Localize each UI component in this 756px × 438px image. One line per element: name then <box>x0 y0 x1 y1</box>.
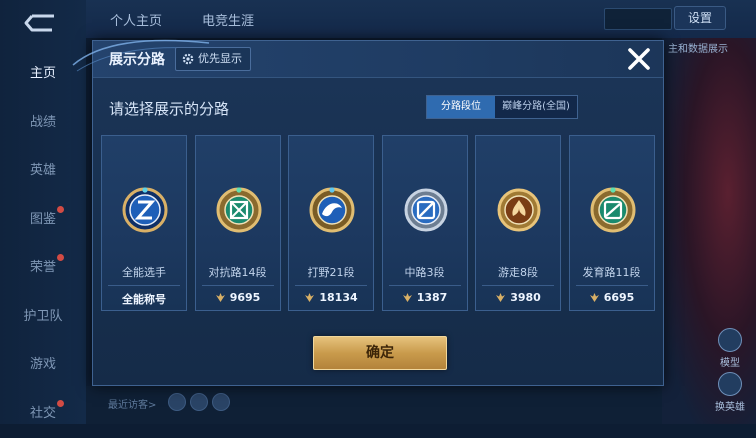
close-icon[interactable] <box>625 45 653 73</box>
showcase-label: 主和数据展示 <box>668 40 728 55</box>
points-icon <box>589 292 600 303</box>
lane-name: 对抗路14段 <box>196 264 280 280</box>
notification-dot <box>57 206 64 213</box>
dialog-header: 展示分路 优先显示 <box>93 41 663 78</box>
lane-score: 1387 <box>383 291 467 304</box>
mid-lane-emblem-icon <box>402 186 450 234</box>
model-label: 模型 <box>720 358 740 369</box>
lane-name: 中路3段 <box>383 264 467 280</box>
sidebar-item-heroes[interactable]: 英雄 <box>0 147 86 196</box>
lane-score: 3980 <box>476 291 560 304</box>
sidebar-item-label: 英雄 <box>30 163 56 178</box>
lane-score: 6695 <box>570 291 654 304</box>
card-divider <box>108 285 180 286</box>
tab-esports[interactable]: 电竞生涯 <box>202 10 254 29</box>
points-icon <box>304 292 315 303</box>
lane-card-clash[interactable]: 对抗路14段 9695 <box>195 135 281 311</box>
tab-profile[interactable]: 个人主页 <box>110 10 162 29</box>
vip-badge <box>604 8 672 30</box>
visitor-avatar[interactable] <box>190 393 208 411</box>
lane-score: 9695 <box>196 291 280 304</box>
lane-score-value: 9695 <box>230 291 261 304</box>
segment-peak-lane[interactable]: 巅峰分路(全国) <box>495 96 577 118</box>
farm-lane-emblem-icon <box>589 186 637 234</box>
sidebar-item-label: 护卫队 <box>23 309 62 324</box>
lane-card-farm[interactable]: 发育路11段 6695 <box>569 135 655 311</box>
lane-card-roam[interactable]: 游走8段 3980 <box>475 135 561 311</box>
lane-score-value: 1387 <box>417 291 448 304</box>
sidebar-item-social[interactable]: 社交 <box>0 390 86 438</box>
dialog-subtitle: 请选择展示的分路 <box>109 98 229 119</box>
back-icon[interactable] <box>22 12 60 34</box>
card-divider <box>295 285 367 286</box>
gear-icon <box>182 53 194 65</box>
points-icon <box>215 292 226 303</box>
sidebar-item-guard[interactable]: 护卫队 <box>0 293 86 342</box>
sidebar-item-records[interactable]: 战绩 <box>0 99 86 148</box>
lane-score-value: 18134 <box>319 291 357 304</box>
side-nav: 主页 战绩 英雄 图鉴 荣誉 护卫队 游戏 社交 <box>0 50 86 438</box>
sidebar-item-label: 社交 <box>30 406 56 421</box>
sidebar-item-label: 战绩 <box>30 115 56 130</box>
all-rounder-emblem-icon <box>121 186 169 234</box>
lane-score: 全能称号 <box>102 291 186 307</box>
segment-lane-rank[interactable]: 分路段位 <box>427 96 495 118</box>
card-divider <box>482 285 554 286</box>
sidebar-item-honors[interactable]: 荣誉 <box>0 244 86 293</box>
notification-dot <box>57 254 64 261</box>
clash-lane-emblem-icon <box>215 186 263 234</box>
ranking-segment-control: 分路段位 巅峰分路(全国) <box>426 95 578 119</box>
sidebar-item-codex[interactable]: 图鉴 <box>0 196 86 245</box>
visitor-avatar[interactable] <box>168 393 186 411</box>
sidebar-item-label: 图鉴 <box>30 212 56 227</box>
roam-emblem-icon <box>495 186 543 234</box>
model-button[interactable]: 模型 <box>710 328 750 369</box>
lane-display-dialog: 展示分路 优先显示 请选择展示的分路 分路段位 巅峰分路(全国) 全能选手 <box>92 40 664 386</box>
lane-name: 全能选手 <box>102 264 186 280</box>
jungle-emblem-icon <box>308 186 356 234</box>
lane-score-value: 全能称号 <box>122 291 166 307</box>
points-icon <box>495 292 506 303</box>
lane-score-value: 6695 <box>604 291 635 304</box>
swap-icon <box>718 372 742 396</box>
lane-card-all-rounder[interactable]: 全能选手 全能称号 <box>101 135 187 311</box>
visitor-avatar[interactable] <box>212 393 230 411</box>
settings-button[interactable]: 设置 <box>674 6 726 30</box>
card-divider <box>576 285 648 286</box>
priority-display-label: 优先显示 <box>198 48 242 70</box>
sidebar-item-label: 游戏 <box>30 357 56 372</box>
sidebar-item-games[interactable]: 游戏 <box>0 341 86 390</box>
card-divider <box>202 285 274 286</box>
recent-visitors-link[interactable]: 最近访客> <box>108 396 156 411</box>
lane-card-list: 全能选手 全能称号 对抗路14段 9695 <box>101 135 657 313</box>
lane-name: 发育路11段 <box>570 264 654 280</box>
notification-dot <box>57 400 64 407</box>
sidebar-item-label: 荣誉 <box>30 260 56 275</box>
points-icon <box>402 292 413 303</box>
change-hero-label: 换英雄 <box>715 402 745 413</box>
lane-score-value: 3980 <box>510 291 541 304</box>
lane-card-jungle[interactable]: 打野21段 18134 <box>288 135 374 311</box>
confirm-button[interactable]: 确定 <box>313 336 447 370</box>
dialog-title: 展示分路 <box>109 49 165 69</box>
model-icon <box>718 328 742 352</box>
priority-display-button[interactable]: 优先显示 <box>175 47 251 71</box>
card-divider <box>389 285 461 286</box>
lane-card-mid[interactable]: 中路3段 1387 <box>382 135 468 311</box>
change-hero-button[interactable]: 换英雄 <box>710 372 750 413</box>
sidebar-item-label: 主页 <box>30 66 56 81</box>
lane-score: 18134 <box>289 291 373 304</box>
lane-name: 打野21段 <box>289 264 373 280</box>
lane-name: 游走8段 <box>476 264 560 280</box>
